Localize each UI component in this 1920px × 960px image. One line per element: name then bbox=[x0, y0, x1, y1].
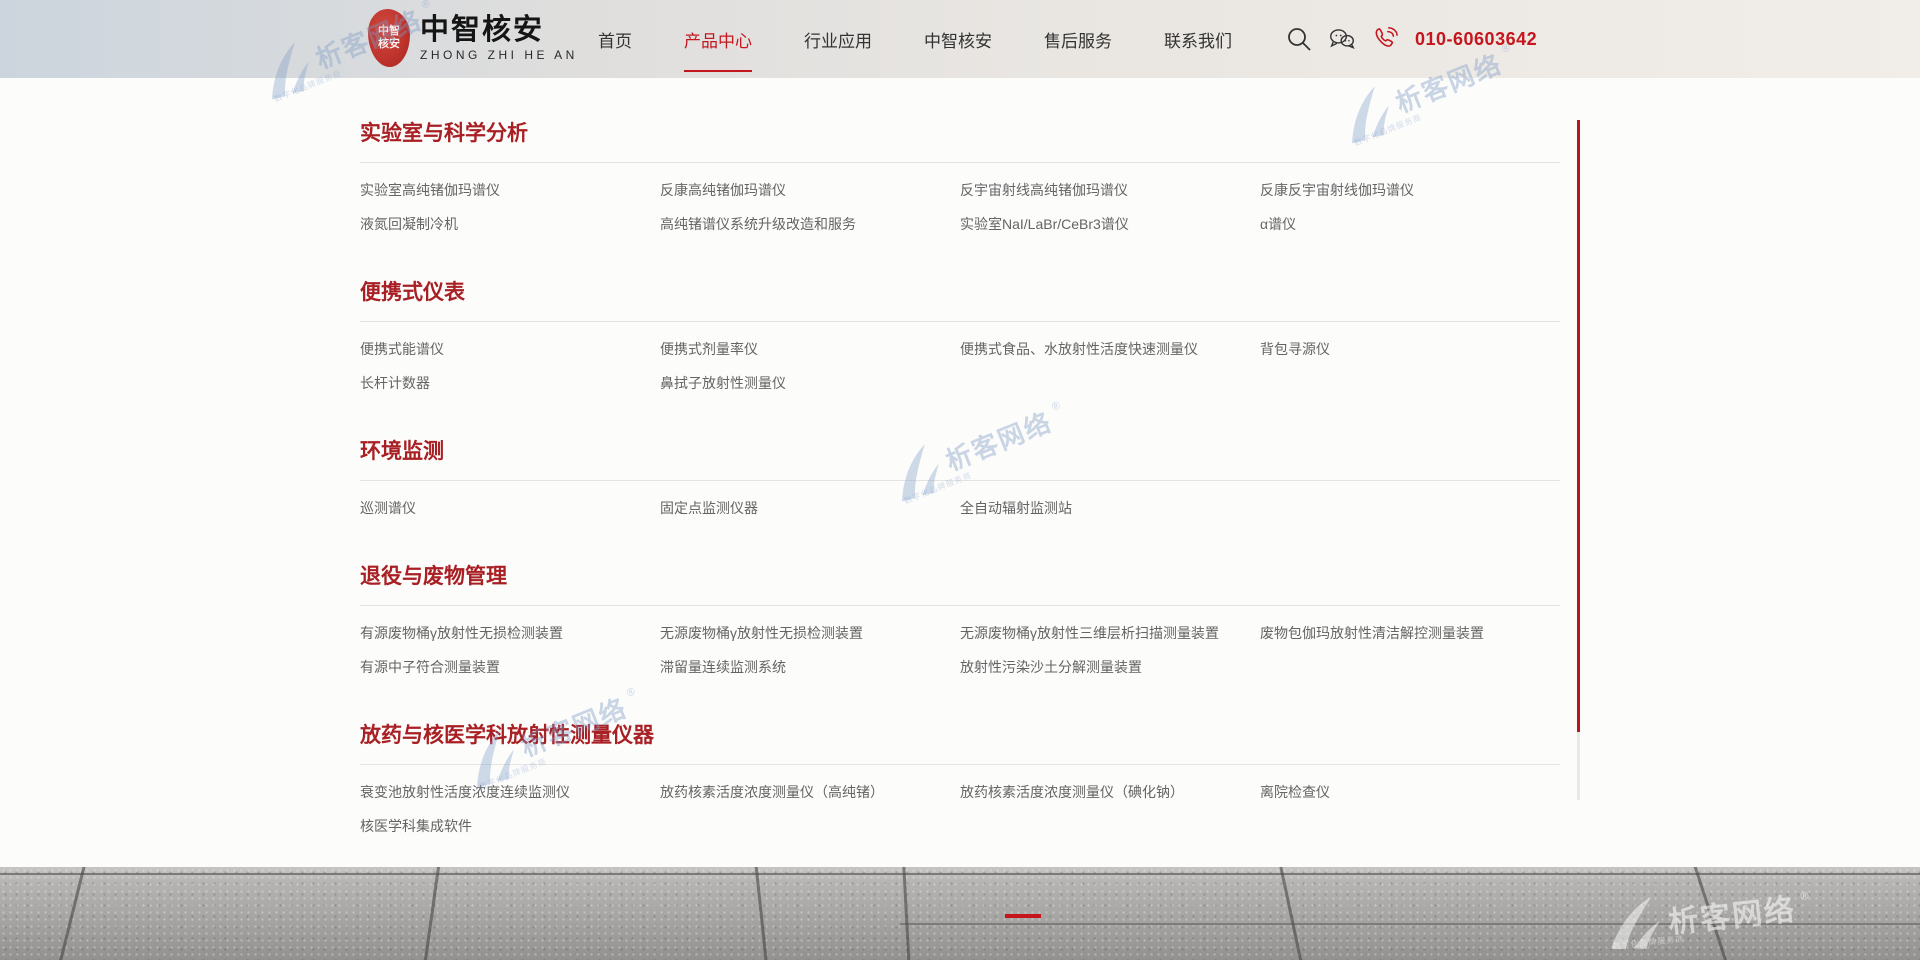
product-link[interactable]: 衰变池放射性活度浓度连续监测仪 bbox=[360, 775, 660, 809]
section-title: 环境监测 bbox=[360, 438, 1560, 466]
product-link[interactable]: 便携式剂量率仪 bbox=[660, 332, 960, 366]
menu-scrollbar-track[interactable] bbox=[1577, 120, 1580, 800]
section-title: 便携式仪表 bbox=[360, 279, 1560, 307]
product-link[interactable]: 背包寻源仪 bbox=[1260, 332, 1560, 366]
section-items: 实验室高纯锗伽玛谱仪 反康高纯锗伽玛谱仪 反宇宙射线高纯锗伽玛谱仪 反康反宇宙射… bbox=[360, 163, 1560, 241]
section-items: 有源废物桶γ放射性无损检测装置 无源废物桶γ放射性无损检测装置 无源废物桶γ放射… bbox=[360, 606, 1560, 684]
site-logo[interactable]: 中智核安 中智核安 ZHONG ZHI HE AN bbox=[368, 9, 578, 67]
menu-section-medical: 放药与核医学科放射性测量仪器 衰变池放射性活度浓度连续监测仪 放药核素活度浓度测… bbox=[360, 722, 1560, 843]
product-link[interactable]: 实验室NaI/LaBr/CeBr3谱仪 bbox=[960, 207, 1260, 241]
floor-tile-joint bbox=[421, 867, 442, 960]
product-link[interactable]: 无源废物桶γ放射性无损检测装置 bbox=[660, 616, 960, 650]
menu-content: 实验室与科学分析 实验室高纯锗伽玛谱仪 反康高纯锗伽玛谱仪 反宇宙射线高纯锗伽玛… bbox=[360, 78, 1560, 843]
site-header: 中智核安 中智核安 ZHONG ZHI HE AN 首页 产品中心 行业应用 中… bbox=[0, 0, 1920, 78]
product-link[interactable]: 反康高纯锗伽玛谱仪 bbox=[660, 173, 960, 207]
product-link[interactable]: 放射性污染沙土分解测量装置 bbox=[960, 650, 1260, 684]
menu-section-waste: 退役与废物管理 有源废物桶γ放射性无损检测装置 无源废物桶γ放射性无损检测装置 … bbox=[360, 563, 1560, 684]
nav-item-products[interactable]: 产品中心 bbox=[684, 0, 752, 78]
menu-section-environment: 环境监测 巡测谱仪 固定点监测仪器 全自动辐射监测站 bbox=[360, 438, 1560, 525]
product-link[interactable]: 离院检查仪 bbox=[1260, 775, 1560, 809]
logo-seal-text: 中智核安 bbox=[376, 25, 402, 51]
section-title: 退役与废物管理 bbox=[360, 563, 1560, 591]
product-link[interactable]: 实验室高纯锗伽玛谱仪 bbox=[360, 173, 660, 207]
product-link[interactable]: 反康反宇宙射线伽玛谱仪 bbox=[1260, 173, 1560, 207]
phone-icon bbox=[1372, 26, 1398, 52]
menu-section-lab: 实验室与科学分析 实验室高纯锗伽玛谱仪 反康高纯锗伽玛谱仪 反宇宙射线高纯锗伽玛… bbox=[360, 120, 1560, 241]
floor-tile-joint bbox=[753, 867, 770, 960]
nav-item-contact[interactable]: 联系我们 bbox=[1164, 0, 1232, 78]
floor-tile-joint bbox=[902, 867, 912, 960]
floor-tile-joint bbox=[1277, 867, 1307, 960]
floor-tile-joint bbox=[1690, 867, 1733, 960]
product-link[interactable]: 高纯锗谱仪系统升级改造和服务 bbox=[660, 207, 960, 241]
section-items: 便携式能谱仪 便携式剂量率仪 便携式食品、水放射性活度快速测量仪 背包寻源仪 长… bbox=[360, 322, 1560, 400]
product-link[interactable]: 反宇宙射线高纯锗伽玛谱仪 bbox=[960, 173, 1260, 207]
product-link[interactable]: 便携式能谱仪 bbox=[360, 332, 660, 366]
header-tools: 010-60603642 bbox=[1286, 0, 1537, 78]
product-link[interactable]: 废物包伽玛放射性清洁解控测量装置 bbox=[1260, 616, 1560, 650]
nav-item-service[interactable]: 售后服务 bbox=[1044, 0, 1112, 78]
stone-floor-image bbox=[0, 867, 1920, 960]
product-link[interactable]: 有源中子符合测量装置 bbox=[360, 650, 660, 684]
products-mega-menu: 实验室与科学分析 实验室高纯锗伽玛谱仪 反康高纯锗伽玛谱仪 反宇宙射线高纯锗伽玛… bbox=[0, 78, 1920, 868]
product-link[interactable]: α谱仪 bbox=[1260, 207, 1560, 241]
product-link[interactable]: 液氮回凝制冷机 bbox=[360, 207, 660, 241]
logo-subtitle: ZHONG ZHI HE AN bbox=[420, 48, 578, 62]
product-link[interactable]: 无源废物桶γ放射性三维层析扫描测量装置 bbox=[960, 616, 1260, 650]
menu-scrollbar-thumb[interactable] bbox=[1577, 120, 1580, 732]
nav-item-industry[interactable]: 行业应用 bbox=[804, 0, 872, 78]
product-link[interactable]: 有源废物桶γ放射性无损检测装置 bbox=[360, 616, 660, 650]
section-items: 巡测谱仪 固定点监测仪器 全自动辐射监测站 bbox=[360, 481, 1560, 525]
product-link[interactable]: 滞留量连续监测系统 bbox=[660, 650, 960, 684]
section-title: 放药与核医学科放射性测量仪器 bbox=[360, 722, 1560, 750]
main-nav: 首页 产品中心 行业应用 中智核安 售后服务 联系我们 bbox=[598, 0, 1232, 78]
product-link[interactable]: 放药核素活度浓度测量仪（碘化钠） bbox=[960, 775, 1260, 809]
section-accent-dash bbox=[1005, 914, 1041, 918]
nav-item-home[interactable]: 首页 bbox=[598, 0, 632, 78]
product-link[interactable]: 放药核素活度浓度测量仪（高纯锗） bbox=[660, 775, 960, 809]
product-link[interactable]: 固定点监测仪器 bbox=[660, 491, 960, 525]
wechat-icon[interactable] bbox=[1329, 26, 1355, 52]
nav-item-about[interactable]: 中智核安 bbox=[924, 0, 992, 78]
search-icon[interactable] bbox=[1286, 26, 1312, 52]
logo-title: 中智核安 bbox=[420, 14, 578, 46]
product-link[interactable]: 核医学科集成软件 bbox=[360, 809, 660, 843]
phone-number[interactable]: 010-60603642 bbox=[1415, 29, 1537, 50]
section-title: 实验室与科学分析 bbox=[360, 120, 1560, 148]
product-link[interactable]: 鼻拭子放射性测量仪 bbox=[660, 366, 960, 400]
product-link[interactable]: 全自动辐射监测站 bbox=[960, 491, 1260, 525]
section-items: 衰变池放射性活度浓度连续监测仪 放药核素活度浓度测量仪（高纯锗） 放药核素活度浓… bbox=[360, 765, 1560, 843]
logo-seal-icon: 中智核安 bbox=[368, 9, 410, 67]
menu-section-portable: 便携式仪表 便携式能谱仪 便携式剂量率仪 便携式食品、水放射性活度快速测量仪 背… bbox=[360, 279, 1560, 400]
product-link[interactable]: 便携式食品、水放射性活度快速测量仪 bbox=[960, 332, 1260, 366]
product-link[interactable]: 巡测谱仪 bbox=[360, 491, 660, 525]
floor-tile-joint bbox=[54, 867, 88, 960]
product-link[interactable]: 长杆计数器 bbox=[360, 366, 660, 400]
